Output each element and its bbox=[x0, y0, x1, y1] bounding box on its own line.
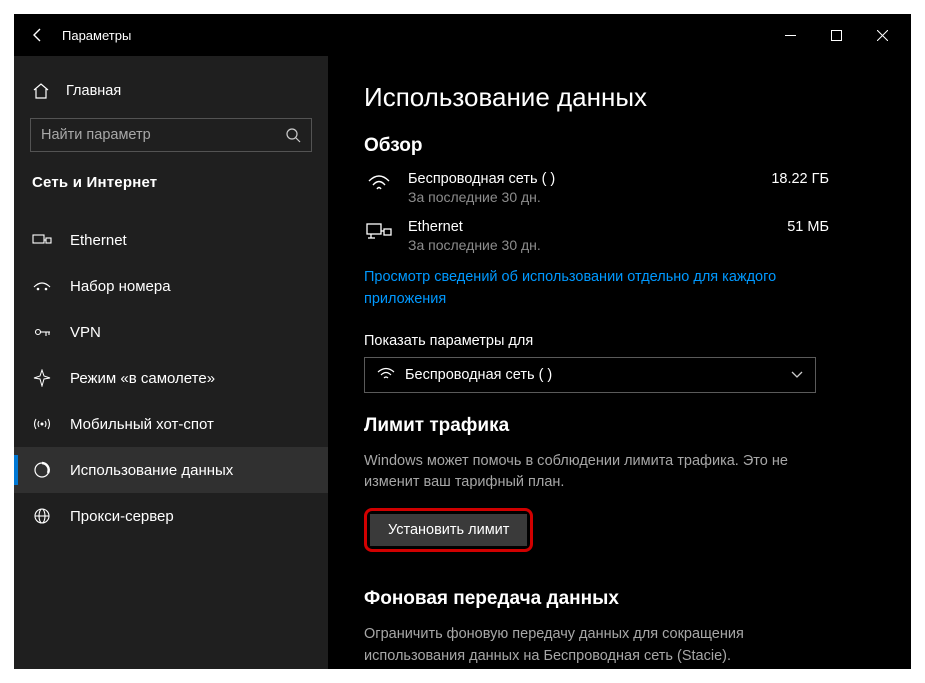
window-title: Параметры bbox=[62, 28, 131, 43]
background-title: Фоновая передача данных bbox=[364, 588, 875, 610]
ethernet-icon bbox=[364, 219, 394, 241]
category-title: Сеть и Интернет bbox=[14, 174, 328, 203]
settings-window: Параметры Главная Сеть и Интернет bbox=[14, 14, 911, 669]
overview-title: Обзор bbox=[364, 135, 875, 157]
limit-title: Лимит трафика bbox=[364, 415, 875, 437]
nav-item-data-usage[interactable]: Использование данных bbox=[14, 447, 328, 493]
maximize-button[interactable] bbox=[813, 19, 859, 51]
close-button[interactable] bbox=[859, 19, 905, 51]
nav-label: Использование данных bbox=[70, 462, 233, 479]
chevron-down-icon bbox=[791, 371, 803, 379]
hotspot-icon bbox=[32, 415, 52, 433]
search-icon bbox=[285, 127, 301, 143]
wifi-icon bbox=[364, 171, 394, 193]
home-label: Главная bbox=[66, 83, 121, 99]
page-title: Использование данных bbox=[364, 82, 875, 113]
sidebar: Главная Сеть и Интернет Ethernet Набор н… bbox=[14, 56, 328, 669]
search-input[interactable] bbox=[41, 127, 285, 143]
nav-label: Ethernet bbox=[70, 232, 127, 249]
nav-item-vpn[interactable]: VPN bbox=[14, 309, 328, 355]
dialup-icon bbox=[32, 279, 52, 293]
home-link[interactable]: Главная bbox=[14, 74, 328, 118]
show-for-label: Показать параметры для bbox=[364, 333, 875, 349]
dropdown-value: Беспроводная сеть ( ) bbox=[405, 367, 791, 383]
usage-row-wifi: Беспроводная сеть ( ) За последние 30 дн… bbox=[364, 171, 875, 205]
data-usage-icon bbox=[32, 461, 52, 479]
wifi-icon bbox=[377, 367, 395, 382]
background-desc: Ограничить фоновую передачу данных для с… bbox=[364, 624, 804, 668]
highlight-frame: Установить лимит bbox=[364, 508, 533, 552]
proxy-icon bbox=[32, 507, 52, 525]
nav-label: VPN bbox=[70, 324, 101, 341]
usage-row-ethernet: Ethernet За последние 30 дн. 51 МБ bbox=[364, 219, 875, 253]
nav-item-proxy[interactable]: Прокси-сервер bbox=[14, 493, 328, 539]
usage-sub: За последние 30 дн. bbox=[408, 189, 757, 205]
nav-item-airplane[interactable]: Режим «в самолете» bbox=[14, 355, 328, 401]
nav-label: Набор номера bbox=[70, 278, 171, 295]
nav-label: Режим «в самолете» bbox=[70, 370, 215, 387]
per-app-link[interactable]: Просмотр сведений об использовании отдел… bbox=[364, 267, 784, 311]
minimize-button[interactable] bbox=[767, 19, 813, 51]
content-area: Использование данных Обзор Беспроводная … bbox=[328, 56, 911, 669]
back-button[interactable] bbox=[20, 17, 56, 53]
nav-item-dialup[interactable]: Набор номера bbox=[14, 263, 328, 309]
nav-label: Прокси-сервер bbox=[70, 508, 174, 525]
ethernet-icon bbox=[32, 232, 52, 248]
window-controls bbox=[767, 19, 905, 51]
nav-item-ethernet[interactable]: Ethernet bbox=[14, 217, 328, 263]
usage-name: Беспроводная сеть ( ) bbox=[408, 171, 757, 187]
limit-desc: Windows может помочь в соблюдении лимита… bbox=[364, 451, 804, 495]
set-limit-button[interactable]: Установить лимит bbox=[370, 514, 527, 546]
airplane-icon bbox=[32, 369, 52, 387]
titlebar: Параметры bbox=[14, 14, 911, 56]
usage-sub: За последние 30 дн. bbox=[408, 237, 773, 253]
home-icon bbox=[32, 82, 50, 100]
usage-value: 51 МБ bbox=[787, 219, 875, 235]
nav-item-hotspot[interactable]: Мобильный хот-спот bbox=[14, 401, 328, 447]
vpn-icon bbox=[32, 325, 52, 339]
usage-value: 18.22 ГБ bbox=[771, 171, 875, 187]
nav-list: Ethernet Набор номера VPN Режим «в самол… bbox=[14, 217, 328, 539]
usage-name: Ethernet bbox=[408, 219, 773, 235]
network-dropdown[interactable]: Беспроводная сеть ( ) bbox=[364, 357, 816, 393]
nav-label: Мобильный хот-спот bbox=[70, 416, 214, 433]
search-input-wrapper[interactable] bbox=[30, 118, 312, 152]
